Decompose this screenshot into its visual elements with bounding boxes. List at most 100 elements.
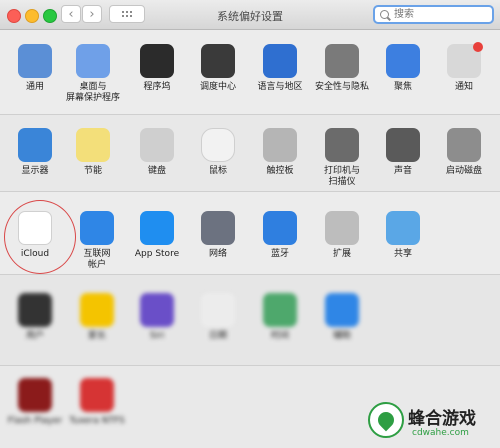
- general-icon: [18, 44, 52, 78]
- tuxera-label: Tuxera NTFS: [69, 416, 125, 426]
- extensions-label: 扩展: [332, 249, 351, 259]
- watermark-title: 蜂合游戏: [408, 409, 476, 429]
- pref-pane-energy-saver[interactable]: 节能: [64, 128, 122, 177]
- app-store-label: App Store: [134, 249, 180, 259]
- internet-accounts-icon: [80, 211, 114, 245]
- parental-label: 家长: [87, 331, 106, 341]
- dock-icon: [140, 44, 174, 78]
- pref-pane-desktop-screensaver[interactable]: 桌面与 屏幕保护程序: [64, 44, 122, 104]
- pref-pane-notifications[interactable]: 通知: [435, 42, 493, 93]
- pref-pane-app-store[interactable]: App Store: [128, 211, 186, 260]
- pref-pane-language-region[interactable]: 语言与地区: [251, 44, 309, 93]
- language-region-label: 语言与地区: [257, 82, 303, 92]
- mission-control-label: 调度中心: [199, 82, 236, 92]
- energy-saver-label: 节能: [83, 166, 102, 176]
- mouse-icon: [201, 128, 235, 162]
- sound-label: 声音: [393, 166, 412, 176]
- search-input[interactable]: [394, 7, 489, 22]
- pref-pane-siri[interactable]: Siri: [128, 293, 186, 342]
- watermark-url: cdwahe.com: [412, 428, 469, 438]
- pref-pane-bluetooth[interactable]: 蓝牙: [251, 211, 309, 260]
- displays-label: 显示器: [21, 166, 49, 176]
- datetime-label: 日期: [208, 331, 227, 341]
- pref-pane-users[interactable]: 用户: [6, 293, 64, 342]
- mouse-label: 鼠标: [208, 166, 227, 176]
- pref-pane-tuxera[interactable]: Tuxera NTFS: [68, 378, 126, 427]
- pref-pane-flash-player[interactable]: Flash Player: [6, 378, 64, 427]
- displays-icon: [18, 128, 52, 162]
- pref-pane-timemachine[interactable]: 时间: [251, 293, 309, 342]
- spotlight-label: 聚焦: [393, 82, 412, 92]
- watermark-logo-icon: [368, 402, 404, 438]
- parental-icon: [80, 293, 114, 327]
- pref-pane-printers-scanners[interactable]: 打印机与 扫描仪: [313, 128, 371, 188]
- language-region-icon: [263, 44, 297, 78]
- network-icon: [201, 211, 235, 245]
- printers-scanners-label: 打印机与 扫描仪: [323, 166, 360, 187]
- pref-pane-security-privacy[interactable]: 安全性与隐私: [313, 44, 371, 93]
- bluetooth-label: 蓝牙: [270, 249, 289, 259]
- accessibility-label: 辅助: [332, 331, 351, 341]
- pref-pane-keyboard[interactable]: 键盘: [128, 128, 186, 177]
- timemachine-label: 时间: [270, 331, 289, 341]
- sound-icon: [386, 128, 420, 162]
- flash-player-label: Flash Player: [7, 416, 63, 426]
- dock-label: 程序坞: [143, 82, 171, 92]
- pref-pane-displays[interactable]: 显示器: [6, 128, 64, 177]
- trackpad-label: 触控板: [266, 166, 294, 176]
- pref-pane-datetime[interactable]: 日期: [189, 293, 247, 342]
- flash-player-icon: [18, 378, 52, 412]
- pref-pane-parental[interactable]: 家长: [68, 293, 126, 342]
- keyboard-label: 键盘: [147, 166, 166, 176]
- pref-pane-mouse[interactable]: 鼠标: [189, 128, 247, 177]
- pref-pane-dock[interactable]: 程序坞: [128, 44, 186, 93]
- security-privacy-icon: [325, 44, 359, 78]
- desktop-screensaver-icon: [76, 44, 110, 78]
- pref-pane-spotlight[interactable]: 聚焦: [374, 44, 432, 93]
- users-icon: [18, 293, 52, 327]
- startup-disk-label: 启动磁盘: [445, 166, 482, 176]
- siri-label: Siri: [149, 331, 165, 341]
- highlight-circle: [4, 200, 76, 274]
- mission-control-icon: [201, 44, 235, 78]
- trackpad-icon: [263, 128, 297, 162]
- pref-pane-sharing[interactable]: 共享: [374, 211, 432, 260]
- title-bar: ‹ › 系统偏好设置: [0, 0, 500, 30]
- datetime-icon: [201, 293, 235, 327]
- internet-accounts-label: 互联网 帐户: [83, 249, 111, 270]
- network-label: 网络: [208, 249, 227, 259]
- pref-pane-network[interactable]: 网络: [189, 211, 247, 260]
- printers-scanners-icon: [325, 128, 359, 162]
- keyboard-icon: [140, 128, 174, 162]
- bluetooth-icon: [263, 211, 297, 245]
- users-label: 用户: [25, 331, 44, 341]
- spotlight-icon: [386, 44, 420, 78]
- pref-pane-general[interactable]: 通用: [6, 44, 64, 93]
- extensions-icon: [325, 211, 359, 245]
- timemachine-icon: [263, 293, 297, 327]
- notifications-icon: [447, 42, 483, 78]
- pref-pane-extensions[interactable]: 扩展: [313, 211, 371, 260]
- sharing-label: 共享: [393, 249, 412, 259]
- watermark: 蜂合游戏 cdwahe.com: [360, 398, 500, 448]
- notification-badge-icon: [473, 42, 483, 52]
- search-box[interactable]: [373, 5, 494, 24]
- search-icon: [380, 10, 389, 19]
- sharing-icon: [386, 211, 420, 245]
- app-store-icon: [140, 211, 174, 245]
- pref-pane-trackpad[interactable]: 触控板: [251, 128, 309, 177]
- startup-disk-icon: [447, 128, 481, 162]
- pref-pane-sound[interactable]: 声音: [374, 128, 432, 177]
- siri-icon: [140, 293, 174, 327]
- pref-pane-mission-control[interactable]: 调度中心: [189, 44, 247, 93]
- accessibility-icon: [325, 293, 359, 327]
- pref-pane-internet-accounts[interactable]: 互联网 帐户: [68, 211, 126, 271]
- tuxera-icon: [80, 378, 114, 412]
- desktop-screensaver-label: 桌面与 屏幕保护程序: [65, 82, 120, 103]
- notifications-label: 通知: [454, 82, 473, 92]
- security-privacy-label: 安全性与隐私: [314, 82, 369, 92]
- energy-saver-icon: [76, 128, 110, 162]
- pref-pane-accessibility[interactable]: 辅助: [313, 293, 371, 342]
- pref-pane-startup-disk[interactable]: 启动磁盘: [435, 128, 493, 177]
- general-label: 通用: [25, 82, 44, 92]
